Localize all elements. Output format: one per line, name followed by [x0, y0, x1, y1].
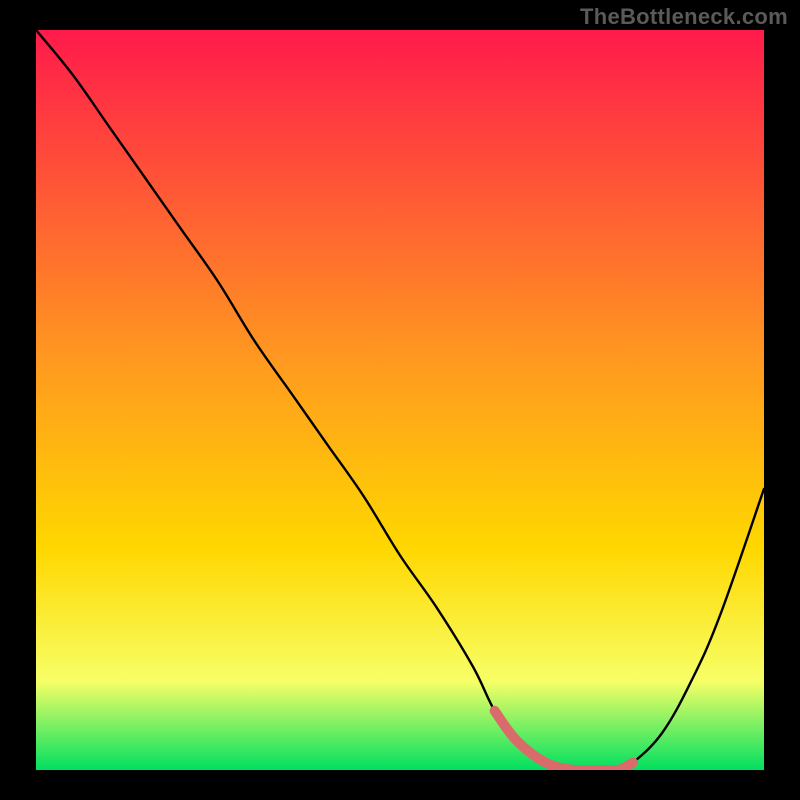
plot-background — [36, 30, 764, 770]
bottleneck-chart — [0, 0, 800, 800]
chart-frame: { "watermark": "TheBottleneck.com", "col… — [0, 0, 800, 800]
watermark-text: TheBottleneck.com — [580, 4, 788, 30]
